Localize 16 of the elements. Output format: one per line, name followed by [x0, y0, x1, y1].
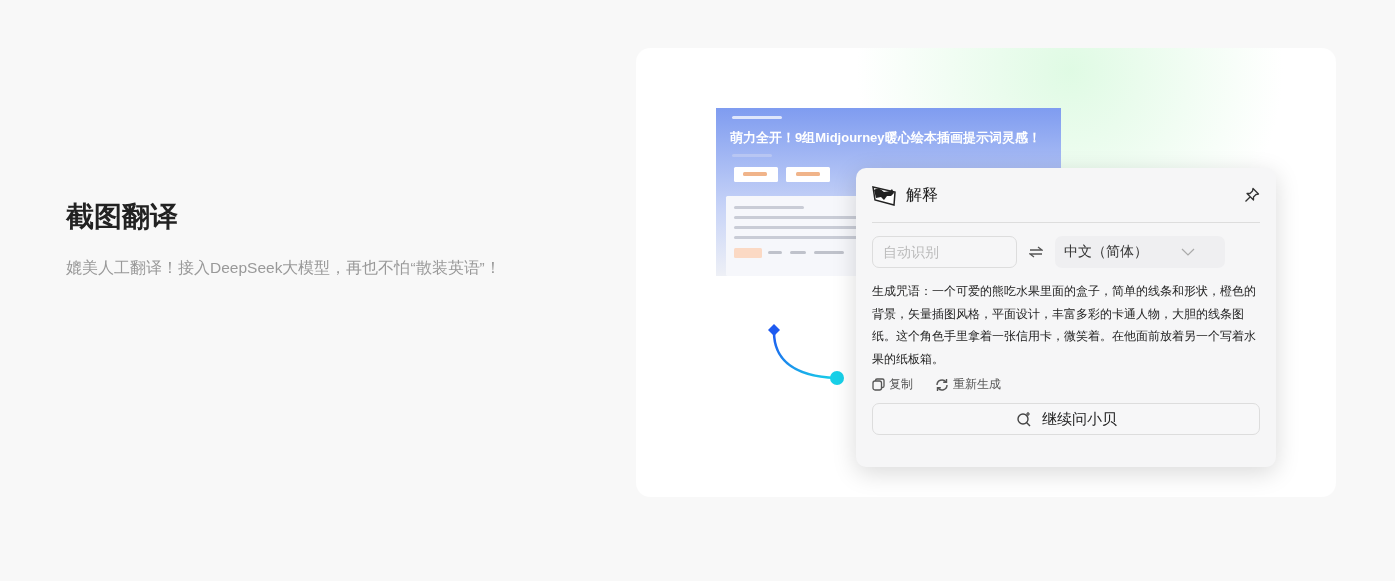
copy-button[interactable]: 复制 — [872, 376, 913, 393]
sparkle-search-icon — [1015, 411, 1032, 427]
translation-text: 生成咒语：一个可爱的熊吃水果里面的盒子，简单的线条和形状，橙色的背景，矢量插图风格，平面设计，丰富多彩的卡通人物，大胆的线条图纸。这个角色手里拿着一张信用卡，微笑着。在他面前放着另一个写着水果的纸板箱。 — [872, 283, 1257, 368]
refresh-icon — [935, 377, 949, 392]
pin-icon[interactable] — [1244, 187, 1260, 203]
regenerate-button[interactable]: 重新生成 — [935, 376, 1001, 393]
chevron-down-icon — [1181, 248, 1195, 256]
feature-description: 媲美人工翻译！接入DeepSeek大模型，再也不怕“散装英语”！ — [66, 258, 502, 278]
ask-button[interactable]: 继续问小贝 — [872, 403, 1260, 435]
source-language-field[interactable]: 自动识别 — [872, 236, 1017, 268]
swap-icon[interactable] — [1029, 246, 1043, 258]
popup-title: 解释 — [906, 184, 939, 205]
article-title: 萌力全开！9组Midjourney暖心绘本插画提示词灵感！ — [730, 129, 1041, 147]
target-language-dropdown[interactable]: 中文（简体） — [1055, 236, 1225, 268]
copy-icon — [872, 378, 885, 391]
feature-title: 截图翻译 — [66, 200, 179, 234]
